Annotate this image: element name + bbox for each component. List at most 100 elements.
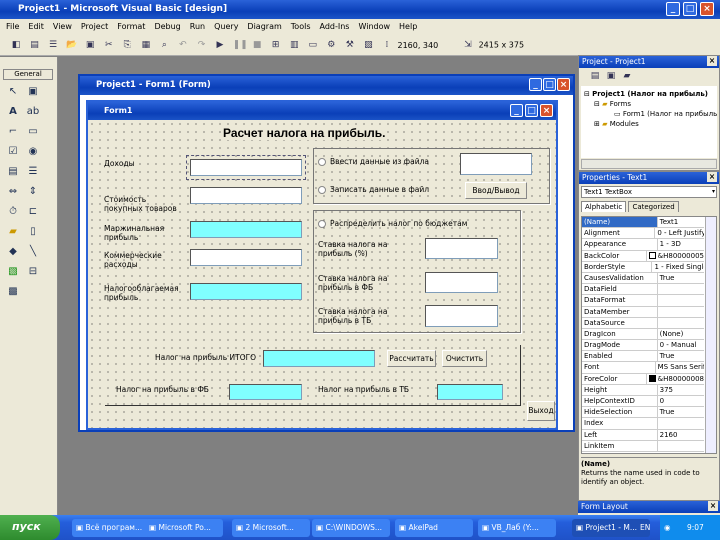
property-row[interactable]: DataSource <box>582 317 704 329</box>
radio-write-file[interactable]: Записать данные в файл <box>318 185 429 194</box>
drivelist-tool-icon[interactable]: ⊏ <box>26 205 40 219</box>
commercial-expenses-input[interactable] <box>190 249 302 266</box>
menu-editor-icon[interactable]: ☰ <box>47 39 59 51</box>
view-object-icon[interactable]: ▣ <box>605 70 617 82</box>
property-vscrollbar[interactable] <box>705 217 716 453</box>
redo-icon[interactable]: ↷ <box>195 39 207 51</box>
menu-item[interactable]: Diagram <box>247 22 281 31</box>
radio-read-file[interactable]: Ввести данные из файла <box>318 157 429 166</box>
data-view-icon[interactable]: ▨ <box>362 39 374 51</box>
taskbar-item[interactable]: ▣ Всё програм... <box>72 519 150 537</box>
rate-tb-input[interactable] <box>425 305 498 327</box>
rate-fb-input[interactable] <box>425 272 498 293</box>
property-row[interactable]: DataField <box>582 284 704 296</box>
property-row[interactable]: Enabled True <box>582 351 704 363</box>
radio-distribute[interactable]: Распределить налог по бюджетам <box>318 219 467 228</box>
toolbox-icon[interactable]: ⚒ <box>344 39 356 51</box>
menu-item[interactable]: Run <box>190 22 205 31</box>
data-tool-icon[interactable]: ⊟ <box>26 265 40 279</box>
property-row[interactable]: Index <box>582 418 704 430</box>
property-row[interactable]: Left 2160 <box>582 429 704 441</box>
object-browser-icon[interactable]: ⚙ <box>325 39 337 51</box>
form-layout-close-icon[interactable]: × <box>708 501 718 511</box>
property-row[interactable]: DataMember <box>582 306 704 318</box>
form1-close-button[interactable]: × <box>540 104 553 117</box>
clear-button[interactable]: Очистить <box>442 350 487 367</box>
add-project-icon[interactable]: ◧ <box>10 39 22 51</box>
menu-item[interactable]: Window <box>358 22 390 31</box>
timer-tool-icon[interactable]: ⏱ <box>6 205 20 219</box>
label-tool-icon[interactable]: A <box>6 105 20 119</box>
tree-project[interactable]: ⊟ Project1 (Налог на прибыль) <box>584 89 714 99</box>
calculate-button[interactable]: Рассчитать <box>387 350 436 367</box>
minimize-button[interactable]: _ <box>666 2 680 16</box>
undo-icon[interactable]: ↶ <box>177 39 189 51</box>
checkbox-tool-icon[interactable]: ☑ <box>6 145 20 159</box>
commandbutton-tool-icon[interactable]: ▭ <box>26 125 40 139</box>
stop-icon[interactable]: ■ <box>251 39 263 51</box>
io-button[interactable]: Ввод/Вывод <box>465 182 527 199</box>
menu-item[interactable]: Debug <box>154 22 180 31</box>
tree-modules-folder[interactable]: ⊞ ▰ Modules <box>584 119 714 129</box>
property-row[interactable]: DragIcon (None) <box>582 328 704 341</box>
taskbar-item[interactable]: ▣ Project1 - M... <box>572 519 650 537</box>
property-row[interactable]: Height 375 <box>582 384 704 396</box>
form-layout-icon[interactable]: ▭ <box>307 39 319 51</box>
exit-button[interactable]: Выход <box>527 401 555 421</box>
shape-tool-icon[interactable]: ◆ <box>6 245 20 259</box>
properties-close-icon[interactable]: × <box>707 172 717 182</box>
property-row[interactable]: (Name) Text1 <box>582 217 704 229</box>
pause-icon[interactable]: ❚❚ <box>233 39 248 51</box>
property-row[interactable]: DataFormat <box>582 295 704 307</box>
open-icon[interactable]: 📂 <box>66 39 78 51</box>
find-icon[interactable]: ⌕ <box>158 39 170 51</box>
properties-icon[interactable]: ▥ <box>288 39 300 51</box>
maximize-button[interactable]: □ <box>683 2 697 16</box>
designer-maximize-button[interactable]: □ <box>543 78 556 91</box>
property-row[interactable]: HelpContextID 0 <box>582 396 704 408</box>
object-selector[interactable]: Text1 TextBox ▾ <box>581 186 717 198</box>
menu-item[interactable]: Query <box>214 22 238 31</box>
designer-close-button[interactable]: × <box>557 78 570 91</box>
menu-item[interactable]: Project <box>81 22 108 31</box>
paste-icon[interactable]: ▦ <box>140 39 152 51</box>
combobox-tool-icon[interactable]: ▤ <box>6 165 20 179</box>
project-explorer-icon[interactable]: ⊞ <box>270 39 282 51</box>
property-row[interactable]: BorderStyle 1 - Fixed Single <box>582 261 704 273</box>
picturebox-tool-icon[interactable]: ▣ <box>26 85 40 99</box>
optionbutton-tool-icon[interactable]: ◉ <box>26 145 40 159</box>
menu-item[interactable]: Help <box>399 22 417 31</box>
property-row[interactable]: Appearance 1 - 3D <box>582 239 704 251</box>
form1-minimize-button[interactable]: _ <box>510 104 523 117</box>
listbox-tool-icon[interactable]: ☰ <box>26 165 40 179</box>
form1-maximize-button[interactable]: □ <box>525 104 538 117</box>
ole-tool-icon[interactable]: ▩ <box>6 285 20 299</box>
menu-item[interactable]: View <box>53 22 72 31</box>
property-row[interactable]: BackColor &H80000005 <box>582 250 704 262</box>
hscroll-tool-icon[interactable]: ⇔ <box>6 185 20 199</box>
image-tool-icon[interactable]: ▧ <box>6 265 20 279</box>
property-row[interactable]: DragMode 0 - Manual <box>582 340 704 352</box>
project-hscrollbar[interactable] <box>581 159 717 169</box>
run-icon[interactable]: ▶ <box>214 39 226 51</box>
purchase-cost-input[interactable] <box>190 187 302 204</box>
taskbar-item[interactable]: ▣ VB_Лаб (Y:... <box>478 519 556 537</box>
filelist-tool-icon[interactable]: ▯ <box>26 225 40 239</box>
property-row[interactable]: LinkItem <box>582 440 704 452</box>
start-button[interactable]: пуск <box>0 515 60 540</box>
line-tool-icon[interactable]: ╲ <box>26 245 40 259</box>
taskbar-item[interactable]: ▣ C:\WINDOWS... <box>312 519 390 537</box>
property-row[interactable]: Font MS Sans Serif <box>582 362 704 374</box>
project-explorer-close-icon[interactable]: × <box>707 56 717 66</box>
cut-icon[interactable]: ✂ <box>103 39 115 51</box>
property-row[interactable]: Alignment 0 - Left Justify <box>582 228 704 240</box>
property-row[interactable]: HideSelection True <box>582 407 704 419</box>
add-form-icon[interactable]: ▤ <box>29 39 41 51</box>
designer-minimize-button[interactable]: _ <box>529 78 542 91</box>
file-input[interactable] <box>460 153 532 175</box>
save-icon[interactable]: ▣ <box>84 39 96 51</box>
property-row[interactable]: ForeColor &H80000008 <box>582 373 704 385</box>
menu-item[interactable]: Add-Ins <box>320 22 350 31</box>
textbox-tool-icon[interactable]: ab <box>26 105 40 119</box>
frame-tool-icon[interactable]: ⌐ <box>6 125 20 139</box>
